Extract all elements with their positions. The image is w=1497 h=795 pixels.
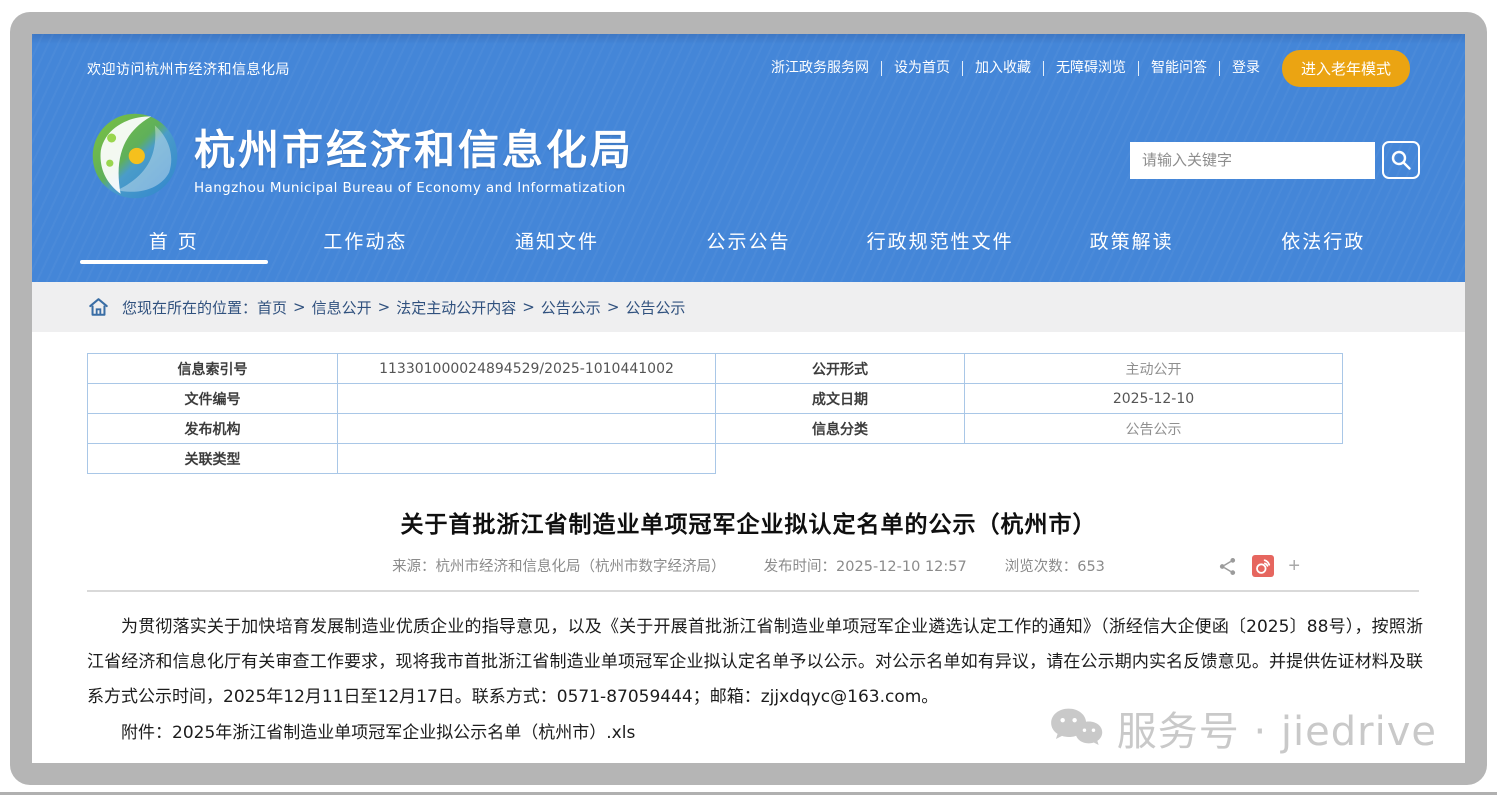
nav-item-notice-documents[interactable]: 通知文件 [461,211,653,281]
link-smart-qa[interactable]: 智能问答 [1139,61,1220,76]
info-value-document-number [338,384,716,414]
breadcrumb-item-announcements[interactable]: 公告公示 [541,297,601,318]
article-view-count: 浏览次数：653 [1005,555,1105,576]
more-share-button[interactable]: + [1288,556,1300,576]
share-toolbar: + [1217,555,1300,577]
info-value-disclosure-form: 主动公开 [965,354,1343,384]
plus-icon: + [1288,556,1300,576]
share-icon [1217,556,1238,577]
breadcrumb-separator: > [287,298,312,316]
info-label-index-number: 信息索引号 [88,354,338,384]
info-value-index-number: 113301000024894529/2025-1010441002 [338,354,716,384]
article-publish-time: 发布时间：2025-12-10 12:57 [764,555,967,576]
nav-item-work-news[interactable]: 工作动态 [270,211,462,281]
breadcrumb-separator: > [372,298,397,316]
info-label-issuing-agency: 发布机构 [88,414,338,444]
breadcrumb-separator: > [516,298,541,316]
title-divider [87,590,1419,592]
attachment-link[interactable]: 2025年浙江省制造业单项冠军企业拟公示名单（杭州市）.xls [172,723,635,743]
link-set-homepage[interactable]: 设为首页 [882,61,963,76]
info-value-issuing-agency [338,414,716,444]
breadcrumb-separator: > [601,298,626,316]
page-frame: 欢迎访问杭州市经济和信息化局 浙江政务服务网 设为首页 加入收藏 无障碍浏览 智… [10,12,1487,785]
info-value-related-type [338,444,716,474]
main-nav: 首 页 工作动态 通知文件 公示公告 行政规范性文件 政策解读 依法行政 [32,211,1465,281]
utility-links: 浙江政务服务网 设为首页 加入收藏 无障碍浏览 智能问答 登录 进入老年模式 [759,50,1410,87]
bureau-logo-globe-icon [90,111,180,201]
search-input[interactable] [1130,142,1375,179]
weibo-share-button[interactable] [1252,555,1274,577]
top-utility-bar: 欢迎访问杭州市经济和信息化局 浙江政务服务网 设为首页 加入收藏 无障碍浏览 智… [32,34,1465,87]
share-button[interactable] [1217,556,1238,577]
breadcrumb-bar: 您现在所在的位置： 首页 > 信息公开 > 法定主动公开内容 > 公告公示 > … [32,282,1465,332]
article-title: 关于首批浙江省制造业单项冠军企业拟认定名单的公示（杭州市） [87,505,1410,539]
weibo-icon [1252,555,1274,577]
info-label-disclosure-form: 公开形式 [716,354,965,384]
info-value-info-category: 公告公示 [965,414,1343,444]
site-subtitle: Hangzhou Municipal Bureau of Economy and… [194,180,634,196]
info-label-issue-date: 成文日期 [716,384,965,414]
nav-item-home[interactable]: 首 页 [78,211,270,281]
wechat-icon [1048,705,1104,751]
info-label-related-type: 关联类型 [88,444,338,474]
search-button[interactable] [1382,141,1420,179]
link-add-favorite[interactable]: 加入收藏 [963,61,1044,76]
home-icon[interactable] [87,296,110,318]
welcome-text: 欢迎访问杭州市经济和信息化局 [87,59,290,79]
article-meta: 来源：杭州市经济和信息化局（杭州市数字经济局） 发布时间：2025-12-10 … [87,555,1410,576]
link-zhejiang-gov-service[interactable]: 浙江政务服务网 [759,61,882,76]
info-label-info-category: 信息分类 [716,414,965,444]
breadcrumb-item-info-disclosure[interactable]: 信息公开 [312,297,372,318]
nav-item-public-announcements[interactable]: 公示公告 [653,211,845,281]
watermark-text: 服务号 · jiedrive [1117,699,1437,757]
info-label-document-number: 文件编号 [88,384,338,414]
article-source: 来源：杭州市经济和信息化局（杭州市数字经济局） [392,555,726,576]
search-icon [1389,148,1413,172]
brand-text: 杭州市经济和信息化局 Hangzhou Municipal Bureau of … [194,116,634,196]
breadcrumb-item-announcements-2[interactable]: 公告公示 [625,297,685,318]
article-meta-row: 来源：杭州市经济和信息化局（杭州市数字经济局） 发布时间：2025-12-10 … [87,555,1410,579]
site-header: 欢迎访问杭州市经济和信息化局 浙江政务服务网 设为首页 加入收藏 无障碍浏览 智… [32,34,1465,282]
link-login[interactable]: 登录 [1220,61,1272,76]
nav-item-law-based-administration[interactable]: 依法行政 [1227,211,1419,281]
info-value-issue-date: 2025-12-10 [965,384,1343,414]
breadcrumb-prefix: 您现在所在的位置： [122,297,257,318]
document-info-table: 信息索引号 113301000024894529/2025-1010441002… [87,353,1344,474]
search-box [1130,141,1420,179]
site-title: 杭州市经济和信息化局 [194,116,634,176]
nav-item-administrative-normative-documents[interactable]: 行政规范性文件 [844,211,1036,281]
breadcrumb-item-statutory-disclosure[interactable]: 法定主动公开内容 [396,297,516,318]
breadcrumb-item-home[interactable]: 首页 [257,297,287,318]
info-table-right: 公开形式 主动公开 成文日期 2025-12-10 信息分类 公告公示 [716,353,1343,474]
nav-item-policy-interpretation[interactable]: 政策解读 [1036,211,1228,281]
watermark: 服务号 · jiedrive [1048,699,1437,757]
link-accessibility[interactable]: 无障碍浏览 [1044,61,1139,76]
elder-mode-button[interactable]: 进入老年模式 [1282,50,1410,87]
brand-row: 杭州市经济和信息化局 Hangzhou Municipal Bureau of … [32,87,1465,211]
screen: 欢迎访问杭州市经济和信息化局 浙江政务服务网 设为首页 加入收藏 无障碍浏览 智… [0,0,1497,795]
breadcrumb: 您现在所在的位置： 首页 > 信息公开 > 法定主动公开内容 > 公告公示 > … [122,297,685,318]
info-table-left: 信息索引号 113301000024894529/2025-1010441002… [87,353,716,474]
attachment-label: 附件： [121,723,172,743]
